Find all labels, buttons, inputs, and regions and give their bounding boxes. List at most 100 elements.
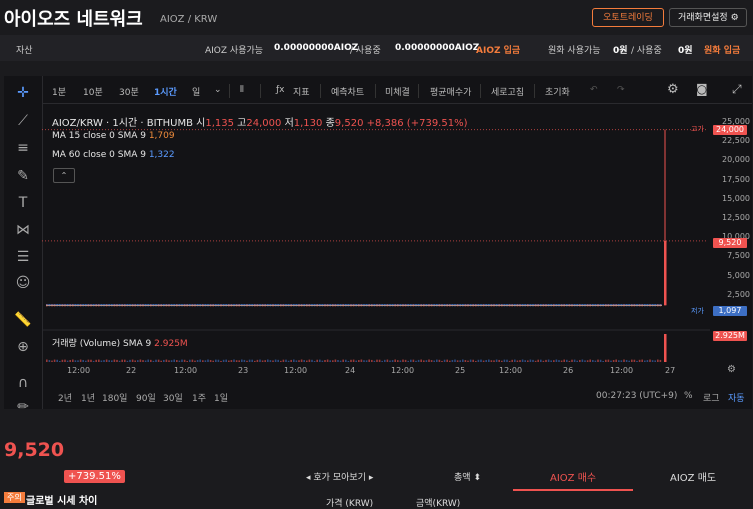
volume-bar [633,359,636,362]
ruler-icon[interactable]: 📏 [14,311,32,329]
auto-toggle[interactable]: 자동 [728,391,745,404]
range-1w[interactable]: 1주 [192,391,206,404]
buy-tab[interactable]: AIOZ 매수 [550,469,596,484]
range-2y[interactable]: 2년 [58,391,72,404]
brush-icon[interactable]: ✎ [14,167,32,185]
low-price-tag: 1,097 [713,306,747,316]
volume-bar [196,360,199,362]
volume-bar [373,360,376,362]
volume-bar [90,359,92,362]
aioz-deposit-link[interactable]: AIOZ 입금 [476,43,520,56]
magnet-icon[interactable]: ∩ [14,374,32,392]
change-badge: +739.51% [64,470,125,483]
volume-bar [563,359,565,362]
interval-30m[interactable]: 30분 [119,85,139,98]
zoom-icon[interactable]: ⊕ [14,338,32,356]
volume-bar [467,360,469,362]
time-settings-icon[interactable]: ⚙ [727,364,736,375]
pattern-icon[interactable]: ⋈ [14,221,32,239]
trendline-icon[interactable]: ⟋ [14,112,32,130]
interval-10m[interactable]: 10분 [83,85,103,98]
caret-right-icon: ▸ [368,473,374,483]
crosshair-icon[interactable]: ✛ [14,84,32,102]
volume-bar [126,360,129,362]
volume-bar [144,360,147,362]
range-30d[interactable]: 30일 [163,391,183,404]
volume-bar [303,360,305,362]
interval-day[interactable]: 일 [192,85,200,98]
volume-bar [324,359,326,362]
text-icon[interactable]: T [14,194,32,212]
reset-button[interactable]: 초기화 [545,85,570,98]
volume-bar [313,360,316,362]
collapse-legend-button[interactable]: ⌃ [53,168,75,183]
range-180d[interactable]: 180일 [102,391,127,404]
volume-bar [215,359,217,362]
volume-bar [269,360,272,362]
volume-bar [137,360,139,362]
horizontal-lines-icon[interactable]: ≡ [14,139,32,157]
settings-button[interactable]: 거래화면설정 ⚙ [669,8,747,27]
volume-bar [217,359,220,362]
volume-bar [248,359,251,362]
sell-tab[interactable]: AIOZ 매도 [670,469,716,484]
fullscreen-icon[interactable]: ⤢ [732,82,742,97]
forecast-button[interactable]: 예측차트 [331,85,364,98]
range-90d[interactable]: 90일 [136,391,156,404]
open-orders-button[interactable]: 미체결 [385,85,410,98]
volume-bar [254,360,256,362]
x-tick-label: 12:00 [391,366,415,375]
camera-icon[interactable]: ◙ [696,82,708,96]
volume-bar [581,359,584,362]
avg-price-button[interactable]: 평균매수가 [430,85,471,98]
orderbook-toggle[interactable]: ◂ 호가 모아보기 ▸ [306,470,373,483]
fx-icon[interactable]: ƒx [276,85,285,95]
volume-bar [511,359,513,362]
range-1y[interactable]: 1년 [81,391,95,404]
krw-available-value: 0원 [613,46,628,56]
volume-value: 2.925M [154,339,188,349]
volume-bar [568,360,571,362]
emoji-icon[interactable]: ☺ [14,274,32,292]
interval-1h[interactable]: 1시간 [154,85,177,98]
volume-bar [657,359,659,362]
volume-bar [436,359,438,362]
volume-bar [321,360,324,362]
indicators-button[interactable]: 지표 [293,85,310,98]
volume-bar [124,359,126,362]
legend-low-label: 저 [284,118,294,129]
volume-bar [48,360,51,362]
krw-deposit-link[interactable]: 원화 입금 [704,43,740,56]
redo-icon[interactable]: ↷ [617,85,625,95]
volume-bar [430,360,433,362]
range-1d[interactable]: 1일 [214,391,228,404]
volume-bar [293,359,295,362]
volume-bar [207,359,209,362]
volume-bar [92,360,95,362]
volume-bar [462,359,464,362]
volume-bar [428,359,430,362]
gear-icon[interactable]: ⚙ [667,82,679,97]
percent-toggle[interactable]: % [684,391,693,401]
volume-bar [576,360,578,362]
interval-1m[interactable]: 1분 [52,85,66,98]
total-sort[interactable]: 총액 ⬍ [454,470,481,483]
volume-bar [220,360,222,362]
volume-bar [339,360,342,362]
lock-icon[interactable]: ✏ [14,398,32,416]
ma15-label: MA 15 close 0 SMA 9 [52,131,146,141]
chevron-down-icon[interactable]: ⌄ [214,85,222,95]
volume-bar [537,359,539,362]
undo-icon[interactable]: ↶ [590,85,598,95]
candle-type-icon[interactable]: ⫴ [240,85,244,95]
log-toggle[interactable]: 로그 [703,391,720,404]
x-tick-label: 24 [345,366,356,375]
volume-bar [261,360,264,362]
volume-bar [381,360,383,362]
volume-bar [267,359,269,362]
auto-trading-button[interactable]: 오토트레이딩 [592,8,664,27]
refresh-button[interactable]: 세로고침 [491,85,524,98]
krw-available-label: 원화 사용가능 [548,46,601,56]
volume-label: 거래량 (Volume) SMA 9 [52,339,152,349]
fib-icon[interactable]: ☰ [14,248,32,266]
